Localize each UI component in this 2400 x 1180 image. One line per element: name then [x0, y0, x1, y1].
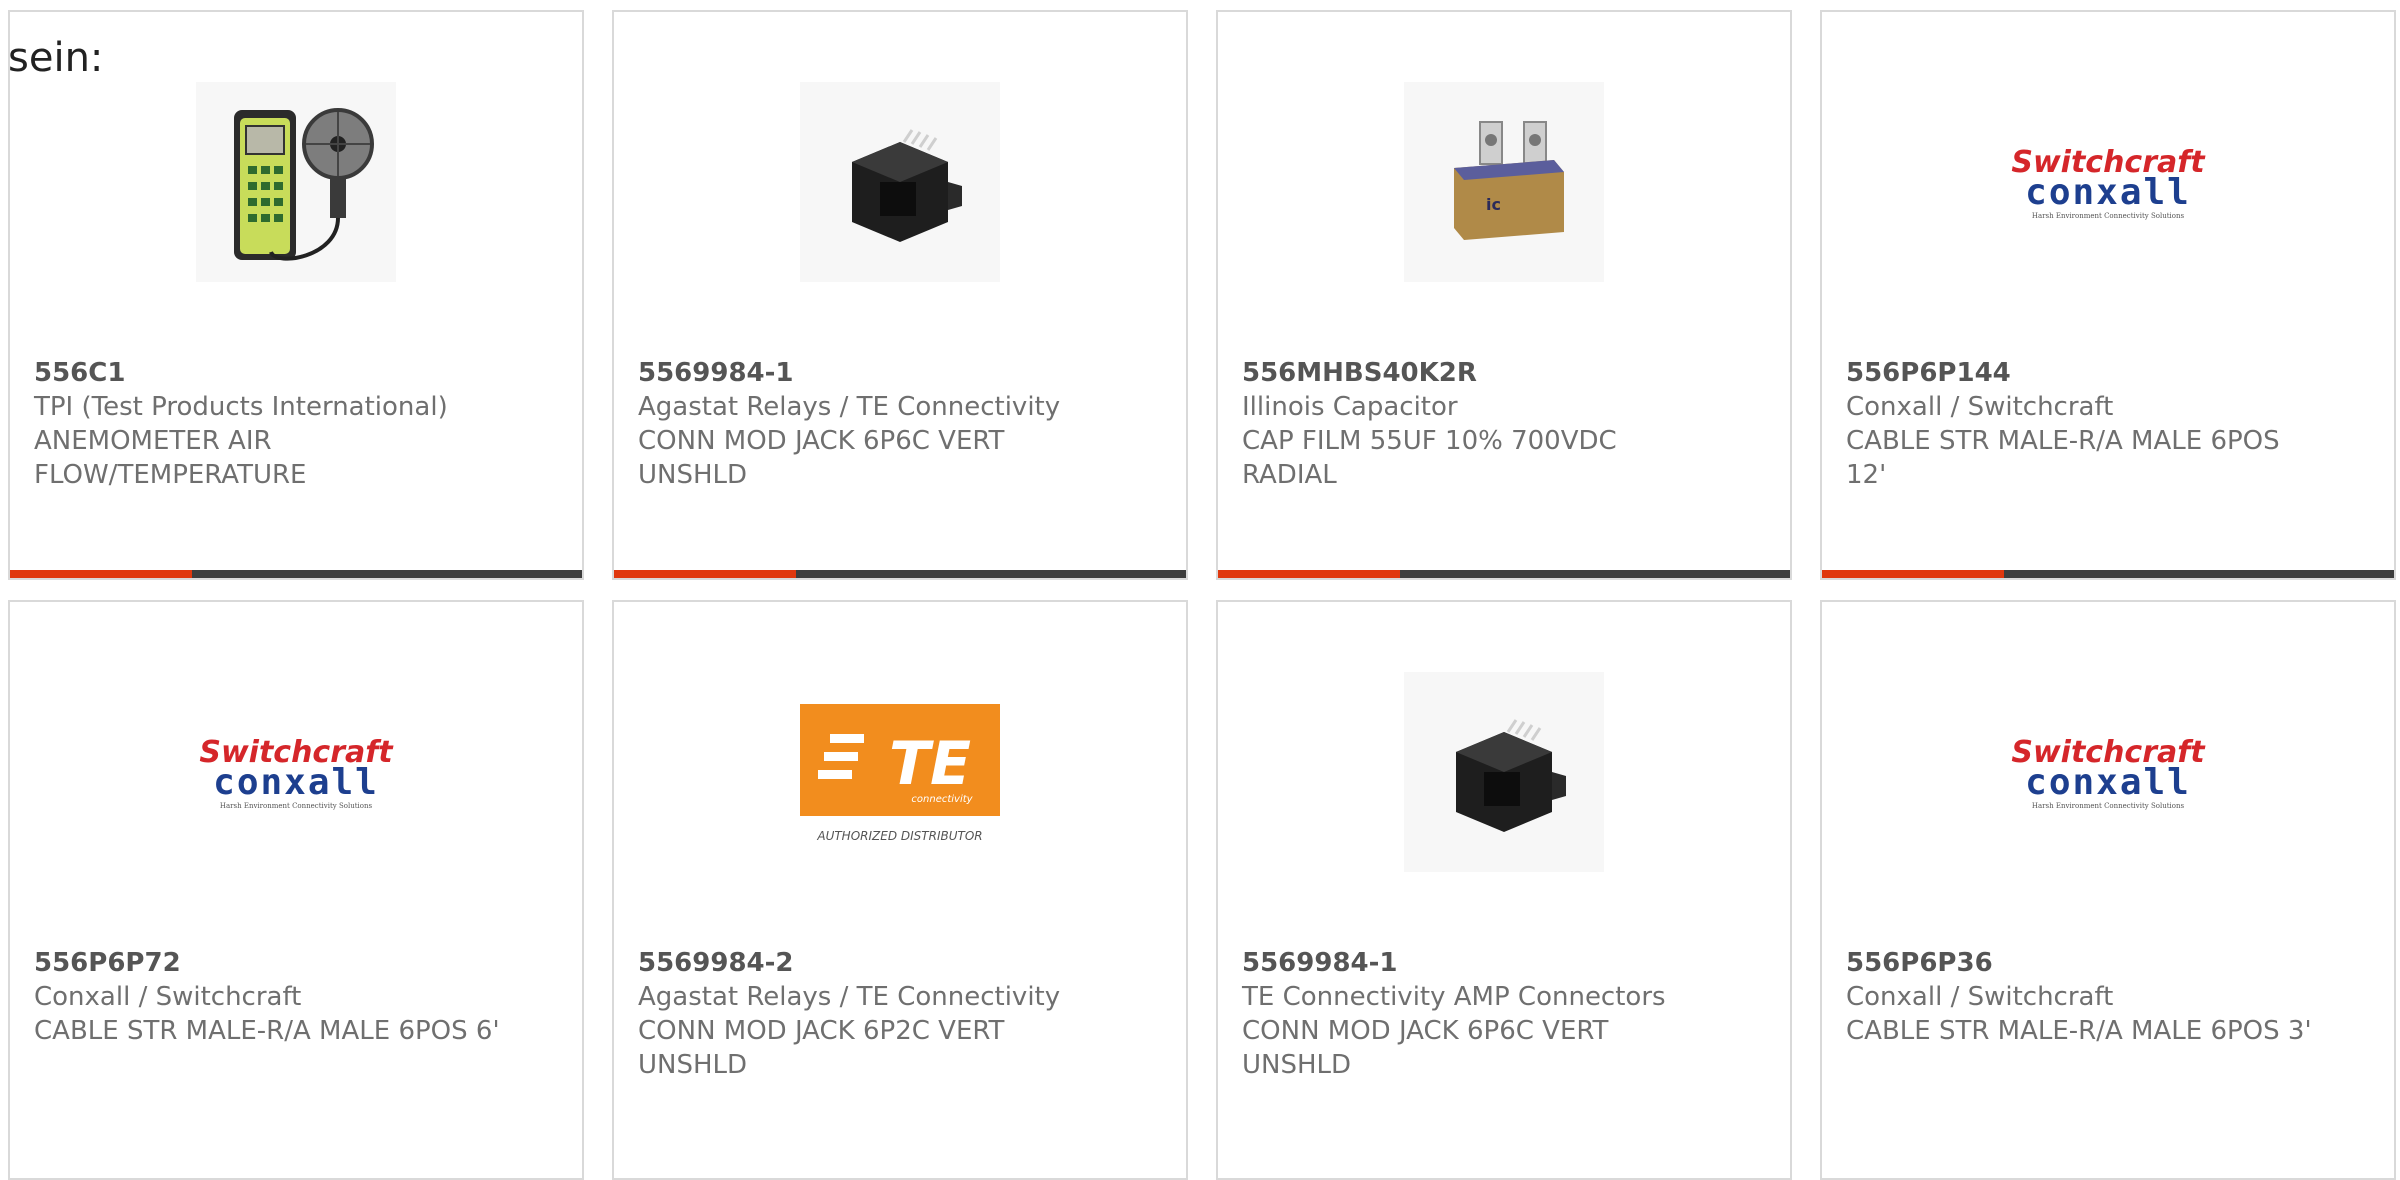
svg-text:AUTHORIZED DISTRIBUTOR: AUTHORIZED DISTRIBUTOR: [816, 829, 982, 843]
part-number[interactable]: 556MHBS40K2R: [1242, 356, 1712, 390]
description: CABLE STR MALE-R/A MALE 6POS 12': [1846, 426, 2280, 490]
manufacturer: TPI (Test Products International): [34, 392, 448, 422]
card-bottom-bar: [10, 570, 582, 578]
manufacturer: Conxall / Switchcraft: [1846, 392, 2114, 422]
product-card[interactable]: ic 556MHBS40K2R Illinois Capacitor CAP F…: [1216, 10, 1792, 580]
te-connectivity-logo: TE connectivity AUTHORIZED DISTRIBUTOR: [800, 704, 1000, 843]
modular-jack-image: [800, 82, 1000, 282]
svg-text:Harsh Environment Connectivity: Harsh Environment Connectivity Solutions: [2032, 802, 2185, 810]
svg-text:connectivity: connectivity: [911, 794, 973, 805]
description: CONN MOD JACK 6P6C VERT UNSHLD: [638, 426, 1005, 490]
part-number[interactable]: 556C1: [34, 356, 504, 390]
manufacturer: Conxall / Switchcraft: [1846, 982, 2114, 1012]
product-image-switchcraft[interactable]: Switchcraft conxall Harsh Environment Co…: [2008, 672, 2208, 872]
card-accent-bar: [1218, 570, 1400, 578]
product-card[interactable]: TE connectivity AUTHORIZED DISTRIBUTOR 5…: [612, 600, 1188, 1180]
manufacturer: Agastat Relays / TE Connectivity: [638, 982, 1061, 1012]
part-number[interactable]: 556P6P72: [34, 946, 504, 980]
product-card[interactable]: 5569984-1 TE Connectivity AMP Connectors…: [1216, 600, 1792, 1180]
card-bottom-bar: [614, 570, 1186, 578]
product-info: 556P6P72 Conxall / Switchcraft CABLE STR…: [34, 946, 504, 1048]
product-info: 556P6P36 Conxall / Switchcraft CABLE STR…: [1846, 946, 2316, 1048]
description: ANEMOMETER AIR FLOW/TEMPERATURE: [34, 426, 307, 490]
description: CABLE STR MALE-R/A MALE 6POS 6': [34, 1016, 500, 1046]
card-accent-bar: [614, 570, 796, 578]
svg-text:Harsh Environment Connectivity: Harsh Environment Connectivity Solutions: [220, 802, 373, 810]
svg-text:Harsh Environment Connectivity: Harsh Environment Connectivity Solutions: [2032, 212, 2185, 220]
film-capacitor-image: ic: [1404, 82, 1604, 282]
product-info: 5569984-1 Agastat Relays / TE Connectivi…: [638, 356, 1108, 492]
part-number[interactable]: 5569984-1: [638, 356, 1108, 390]
product-card[interactable]: Switchcraft conxall Harsh Environment Co…: [8, 600, 584, 1180]
product-card[interactable]: Switchcraft conxall Harsh Environment Co…: [1820, 10, 2396, 580]
manufacturer: Conxall / Switchcraft: [34, 982, 302, 1012]
product-info: 556C1 TPI (Test Products International) …: [34, 356, 504, 492]
part-number[interactable]: 556P6P144: [1846, 356, 2316, 390]
switchcraft-conxall-logo: Switchcraft conxall Harsh Environment Co…: [199, 735, 394, 810]
svg-text:conxall: conxall: [2025, 762, 2191, 803]
product-card[interactable]: 5569984-1 Agastat Relays / TE Connectivi…: [612, 10, 1188, 580]
product-info: 556MHBS40K2R Illinois Capacitor CAP FILM…: [1242, 356, 1712, 492]
card-bottom-bar: [1218, 570, 1790, 578]
manufacturer: TE Connectivity AMP Connectors: [1242, 982, 1666, 1012]
description: CONN MOD JACK 6P2C VERT UNSHLD: [638, 1016, 1005, 1080]
switchcraft-conxall-logo: Switchcraft conxall Harsh Environment Co…: [2011, 145, 2206, 220]
product-image-anemometer[interactable]: [196, 82, 396, 282]
anemometer-image: [196, 82, 396, 282]
card-bottom-bar: [1822, 570, 2394, 578]
description: CONN MOD JACK 6P6C VERT UNSHLD: [1242, 1016, 1609, 1080]
product-image-capacitor[interactable]: ic: [1404, 82, 1604, 282]
description: CABLE STR MALE-R/A MALE 6POS 3': [1846, 1016, 2312, 1046]
product-card[interactable]: Switchcraft conxall Harsh Environment Co…: [1820, 600, 2396, 1180]
intro-text: sein:: [8, 35, 104, 81]
product-image-modular-jack[interactable]: [1404, 672, 1604, 872]
product-image-switchcraft[interactable]: Switchcraft conxall Harsh Environment Co…: [196, 672, 396, 872]
switchcraft-conxall-logo: Switchcraft conxall Harsh Environment Co…: [2011, 735, 2206, 810]
svg-text:conxall: conxall: [213, 762, 379, 803]
part-number[interactable]: 5569984-1: [1242, 946, 1712, 980]
card-accent-bar: [1822, 570, 2004, 578]
description: CAP FILM 55UF 10% 700VDC RADIAL: [1242, 426, 1617, 490]
manufacturer: Illinois Capacitor: [1242, 392, 1458, 422]
product-image-switchcraft[interactable]: Switchcraft conxall Harsh Environment Co…: [2008, 82, 2208, 282]
product-card[interactable]: 556C1 TPI (Test Products International) …: [8, 10, 584, 580]
svg-text:TE: TE: [889, 729, 971, 799]
product-info: 5569984-1 TE Connectivity AMP Connectors…: [1242, 946, 1712, 1082]
svg-text:ic: ic: [1486, 195, 1501, 214]
modular-jack-image: [1404, 672, 1604, 872]
manufacturer: Agastat Relays / TE Connectivity: [638, 392, 1061, 422]
product-info: 5569984-2 Agastat Relays / TE Connectivi…: [638, 946, 1108, 1082]
card-accent-bar: [10, 570, 192, 578]
product-image-modular-jack[interactable]: [800, 82, 1000, 282]
svg-text:conxall: conxall: [2025, 172, 2191, 213]
part-number[interactable]: 5569984-2: [638, 946, 1108, 980]
product-image-te[interactable]: TE connectivity AUTHORIZED DISTRIBUTOR: [800, 672, 1000, 872]
product-info: 556P6P144 Conxall / Switchcraft CABLE ST…: [1846, 356, 2316, 492]
part-number[interactable]: 556P6P36: [1846, 946, 2316, 980]
